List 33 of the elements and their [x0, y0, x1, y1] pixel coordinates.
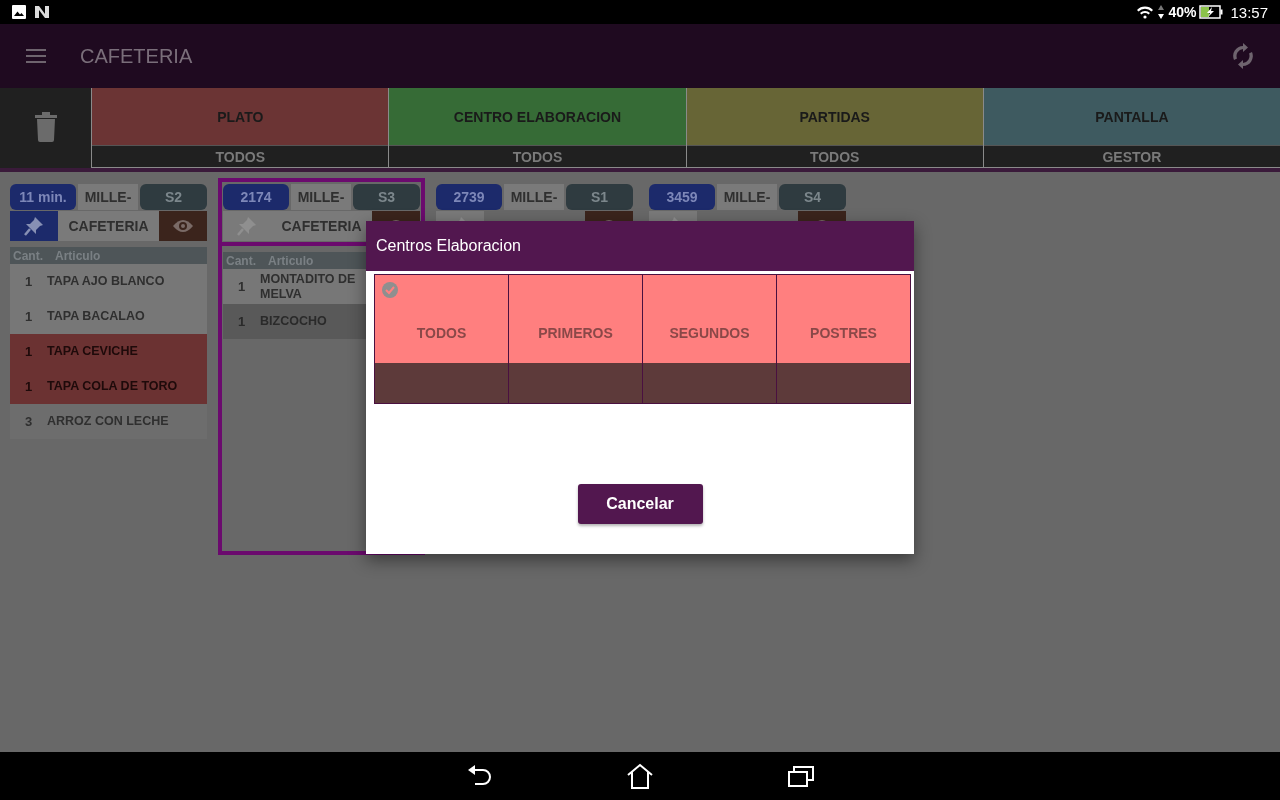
item-quantity: 1	[23, 309, 34, 324]
table-label: S4	[779, 184, 846, 210]
waiter-label: MILLE-	[78, 184, 138, 210]
item-quantity: 1	[23, 274, 34, 289]
order-badge: 2174	[223, 184, 289, 210]
item-name: TAPA CEVICHE	[47, 344, 138, 358]
item-name: TAPA BACALAO	[47, 309, 145, 323]
order-badge: 11 min.	[10, 184, 76, 210]
item-quantity: 1	[236, 279, 247, 294]
clock-time: 13:57	[1230, 3, 1268, 21]
app-title: CAFETERIA	[80, 44, 193, 68]
order-badge: 3459	[649, 184, 715, 210]
waiter-label: MILLE-	[291, 184, 351, 210]
order-badge: 2739	[436, 184, 502, 210]
table-label: S2	[140, 184, 207, 210]
item-quantity: 1	[23, 379, 34, 394]
item-name: ARROZ CON LECHE	[47, 414, 169, 428]
waiter-label: MILLE-	[717, 184, 777, 210]
dialog-title: Centros Elaboracion	[366, 221, 914, 271]
waiter-label: MILLE-	[504, 184, 564, 210]
item-name: MONTADITO DE MELVA	[260, 271, 356, 301]
item-name: TAPA COLA DE TORO	[47, 379, 178, 393]
option-label: POSTRES	[810, 325, 877, 341]
location-label: CAFETERIA	[271, 211, 372, 241]
table-label: S1	[566, 184, 633, 210]
option-label: SEGUNDOS	[669, 325, 750, 341]
table-label: S3	[353, 184, 420, 210]
option-label: PRIMEROS	[538, 325, 613, 341]
location-label: CAFETERIA	[58, 211, 159, 241]
item-quantity: 1	[23, 344, 34, 359]
item-name: TAPA AJO BLANCO	[47, 274, 165, 288]
item-quantity: 3	[23, 414, 34, 429]
battery-percent: 40%	[1168, 4, 1197, 20]
